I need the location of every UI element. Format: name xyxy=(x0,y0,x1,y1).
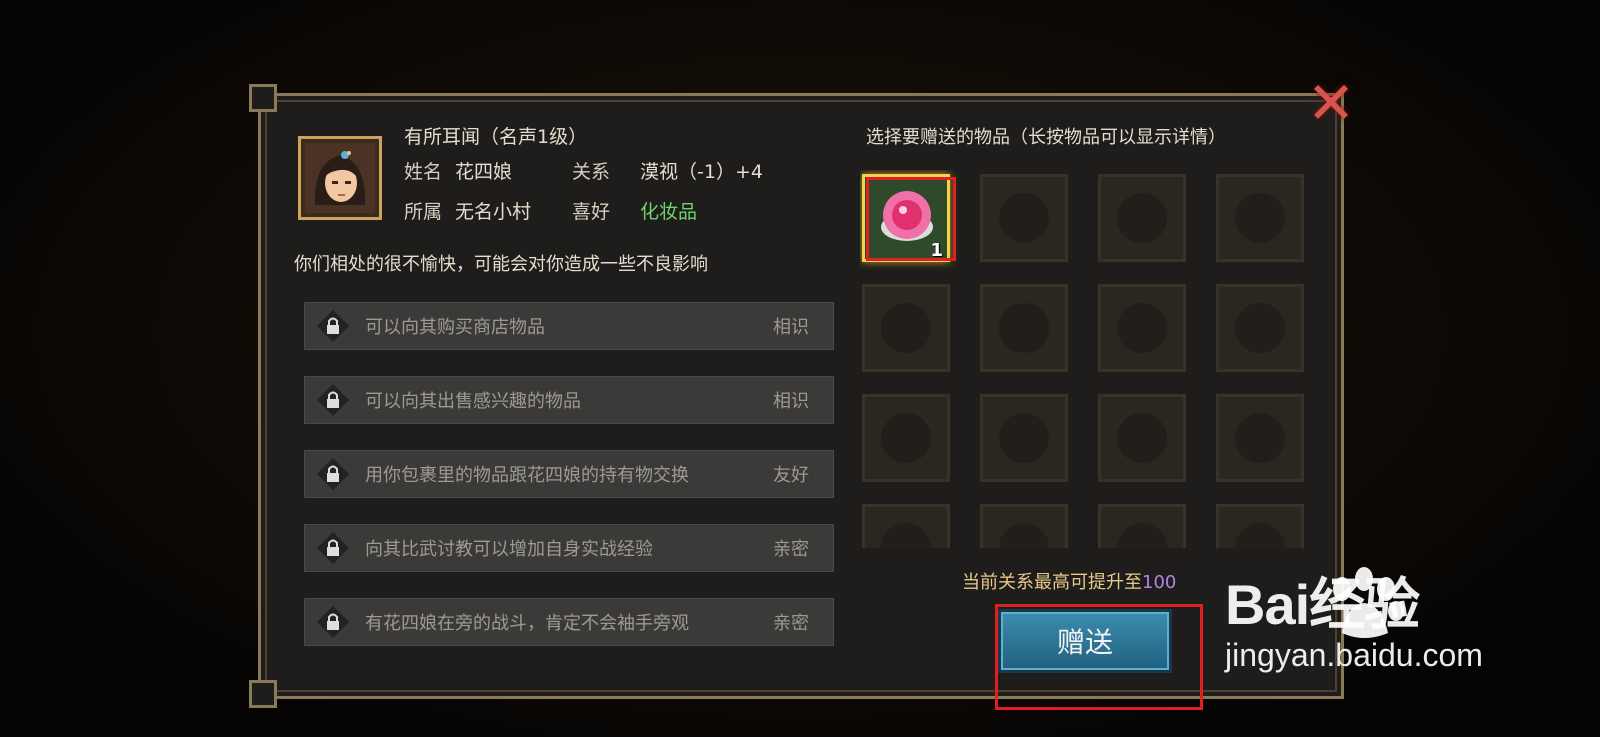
affiliation-value: 无名小村 xyxy=(455,201,532,223)
limit-value: 100 xyxy=(1142,572,1177,593)
inventory-slot[interactable] xyxy=(1216,174,1304,262)
perk-row: 可以向其购买商店物品 相识 xyxy=(304,302,834,350)
name-value: 花四娘 xyxy=(455,161,513,183)
perk-row: 用你包裹里的物品跟花四娘的持有物交换 友好 xyxy=(304,450,834,498)
inventory-slot[interactable] xyxy=(1098,504,1186,548)
watermark-main: Bai经验 xyxy=(1225,573,1420,636)
reputation-text: 有所耳闻（名声1级） xyxy=(404,126,588,148)
inventory-slot[interactable] xyxy=(1098,174,1186,262)
npc-avatar xyxy=(298,136,382,220)
inventory-slot[interactable] xyxy=(862,284,950,372)
lock-icon xyxy=(313,602,353,642)
perk-text: 有花四娘在旁的战斗，肯定不会袖手旁观 xyxy=(365,613,689,634)
perk-requirement: 相识 xyxy=(773,391,809,412)
perk-row: 有花四娘在旁的战斗，肯定不会袖手旁观 亲密 xyxy=(304,598,834,646)
relation-value: 漠视（-1）+4 xyxy=(640,161,763,183)
perk-text: 可以向其购买商店物品 xyxy=(365,317,545,338)
lock-icon xyxy=(313,528,353,568)
inventory-slot[interactable] xyxy=(980,504,1068,548)
inventory-slot[interactable] xyxy=(1098,284,1186,372)
relationship-limit: 当前关系最高可提升至100 xyxy=(962,568,1176,594)
affiliation-label: 所属 xyxy=(404,201,443,223)
limit-prefix: 当前关系最高可提升至 xyxy=(962,572,1142,593)
inventory-slot[interactable] xyxy=(1216,504,1304,548)
close-icon[interactable]: ✕ xyxy=(1303,74,1359,132)
perk-text: 可以向其出售感兴趣的物品 xyxy=(365,391,581,412)
perk-requirement: 亲密 xyxy=(773,539,809,560)
highlight-box xyxy=(995,604,1203,710)
perk-requirement: 相识 xyxy=(773,317,809,338)
inventory-slot[interactable] xyxy=(980,284,1068,372)
inventory-slot[interactable] xyxy=(1216,284,1304,372)
character-portrait-icon xyxy=(305,143,375,213)
lock-icon xyxy=(313,306,353,346)
inventory-slot[interactable] xyxy=(862,394,950,482)
perk-text: 向其比武讨教可以增加自身实战经验 xyxy=(365,539,653,560)
name-label: 姓名 xyxy=(404,161,443,183)
lock-icon xyxy=(313,380,353,420)
inventory-slot[interactable] xyxy=(980,394,1068,482)
perk-row: 可以向其出售感兴趣的物品 相识 xyxy=(304,376,834,424)
preference-label: 喜好 xyxy=(572,201,611,223)
perk-requirement: 亲密 xyxy=(773,613,809,634)
relation-label: 关系 xyxy=(572,161,611,183)
perk-requirement: 友好 xyxy=(773,465,809,486)
preference-value: 化妆品 xyxy=(640,201,698,223)
inventory-slot[interactable] xyxy=(862,504,950,548)
baidu-watermark: Bai经验 jingyan.baidu.com xyxy=(1225,560,1483,674)
perk-text: 用你包裹里的物品跟花四娘的持有物交换 xyxy=(365,465,689,486)
inventory-slot[interactable] xyxy=(1098,394,1186,482)
highlight-box xyxy=(866,177,956,261)
inventory-instruction: 选择要赠送的物品（长按物品可以显示详情） xyxy=(866,127,1226,148)
relationship-description: 你们相处的很不愉快，可能会对你造成一些不良影响 xyxy=(294,254,708,275)
frame-corner xyxy=(249,680,277,708)
inventory-slot[interactable] xyxy=(1216,394,1304,482)
perk-row: 向其比武讨教可以增加自身实战经验 亲密 xyxy=(304,524,834,572)
watermark-sub: jingyan.baidu.com xyxy=(1225,637,1483,673)
frame-corner xyxy=(249,84,277,112)
lock-icon xyxy=(313,454,353,494)
inventory-slot[interactable] xyxy=(980,174,1068,262)
